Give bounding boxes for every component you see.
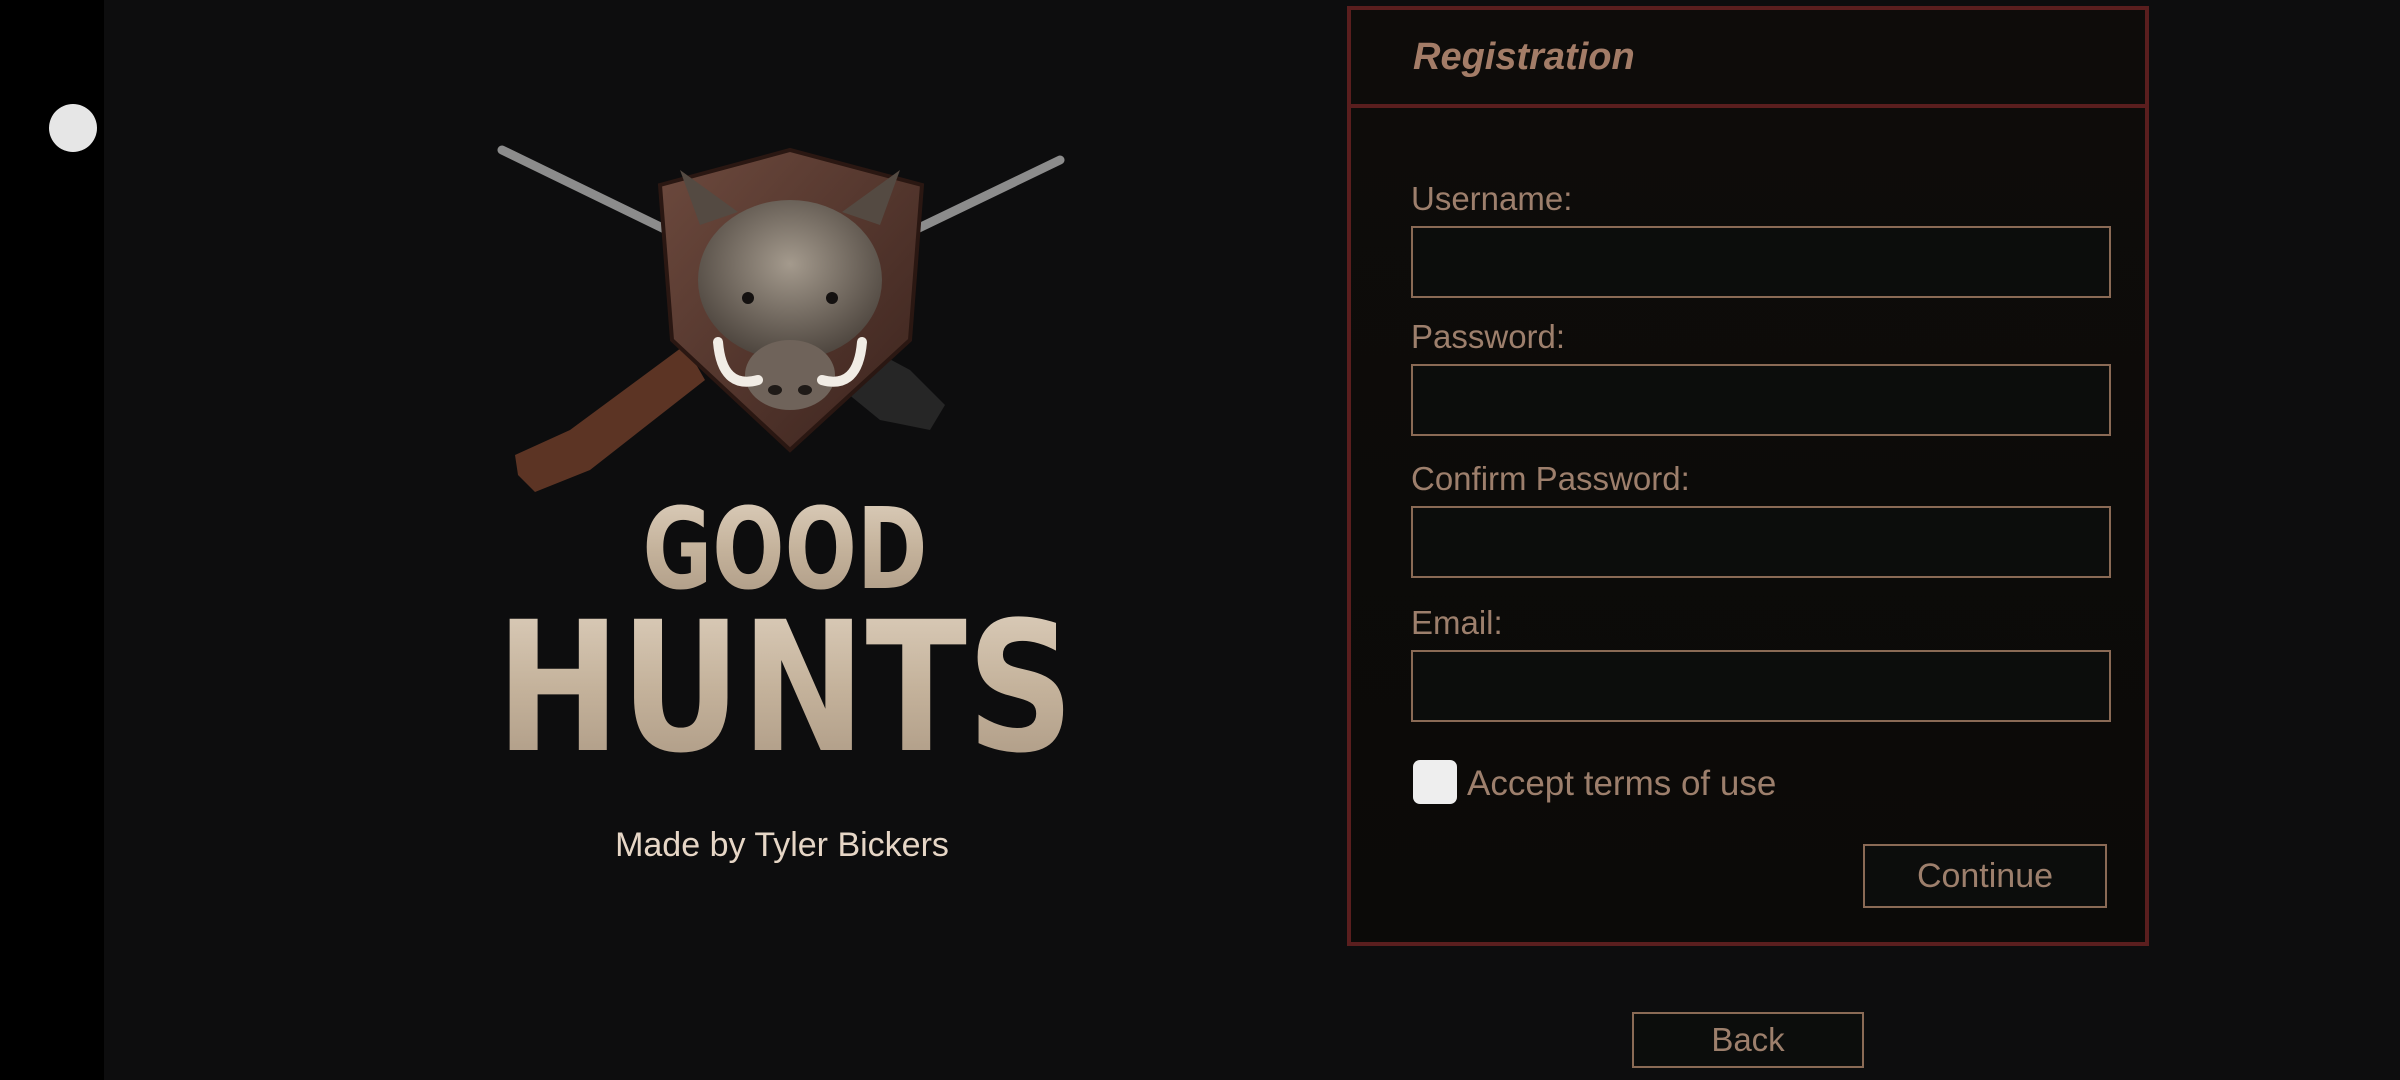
accept-terms-checkbox[interactable] xyxy=(1413,760,1457,804)
username-label: Username: xyxy=(1411,180,1573,217)
registration-panel: Registration Username: Password: Confirm… xyxy=(1347,6,2149,946)
registration-header: Registration xyxy=(1351,10,2145,108)
email-input[interactable] xyxy=(1411,650,2111,722)
credit-text: Made by Tyler Bickers xyxy=(615,826,949,864)
email-label: Email: xyxy=(1411,604,1503,641)
left-system-bar xyxy=(0,0,104,1080)
logo-text-hunts: HUNTS xyxy=(496,584,1074,770)
accept-terms-label: Accept terms of use xyxy=(1467,764,1777,803)
confirm-password-input[interactable] xyxy=(1411,506,2111,578)
camera-cutout xyxy=(49,104,97,152)
continue-button[interactable]: Continue xyxy=(1863,844,2107,908)
confirm-password-label: Confirm Password: xyxy=(1411,460,1690,497)
password-input[interactable] xyxy=(1411,364,2111,436)
registration-title: Registration xyxy=(1413,35,1635,78)
good-hunts-logo: GOOD HUNTS xyxy=(496,145,1074,770)
password-label: Password: xyxy=(1411,318,1566,355)
username-input[interactable] xyxy=(1411,226,2111,298)
back-button[interactable]: Back xyxy=(1632,1012,1864,1068)
